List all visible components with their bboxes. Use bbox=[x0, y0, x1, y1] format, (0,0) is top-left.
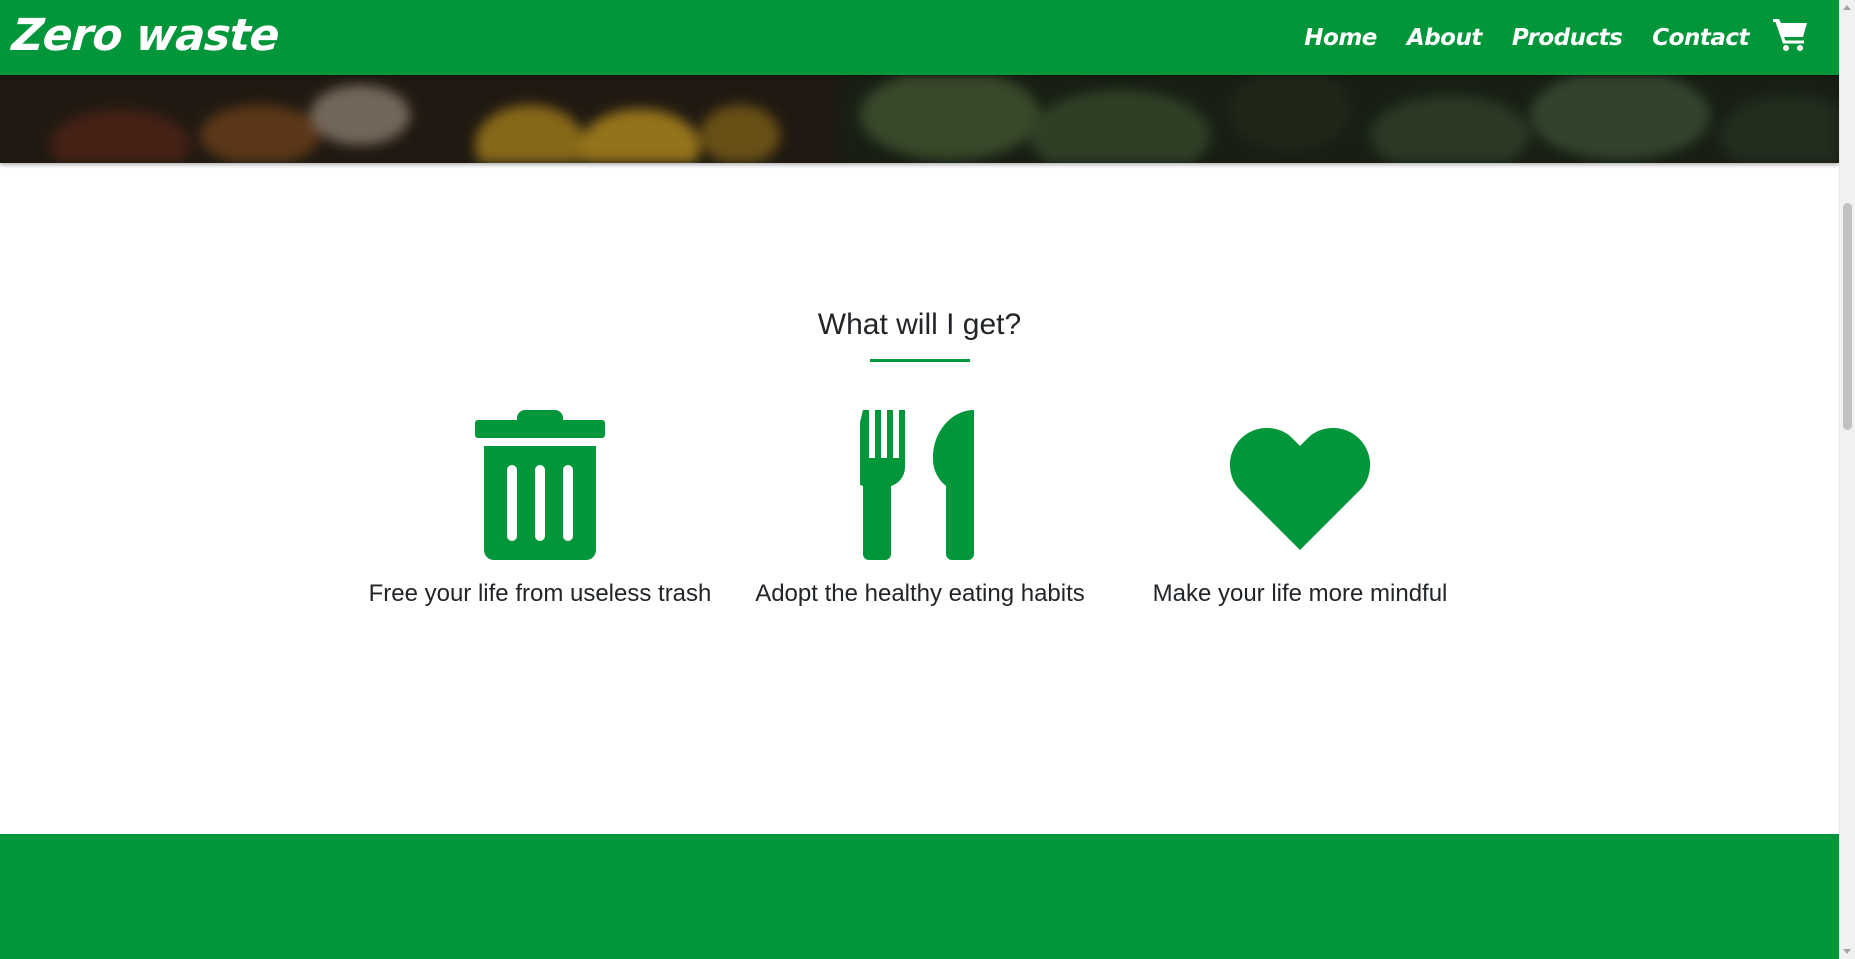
blurred-produce-photo bbox=[0, 75, 1839, 163]
feature-mindful: Make your life more mindful bbox=[1110, 410, 1490, 608]
page: Zero waste Home About Products Contact W… bbox=[0, 0, 1855, 959]
utensils-icon bbox=[730, 410, 1110, 560]
footer-band bbox=[0, 834, 1839, 959]
nav-link-products[interactable]: Products bbox=[1512, 25, 1623, 51]
nav-link-home[interactable]: Home bbox=[1304, 25, 1377, 51]
navbar: Zero waste Home About Products Contact bbox=[0, 0, 1839, 75]
feature-label-eating: Adopt the healthy eating habits bbox=[755, 580, 1085, 607]
scroll-down-arrow-icon[interactable] bbox=[1843, 949, 1851, 954]
feature-label-mindful: Make your life more mindful bbox=[1152, 580, 1448, 607]
section-title: What will I get? bbox=[817, 308, 1022, 341]
feature-trash: Free your life from useless trash bbox=[350, 410, 730, 608]
shopping-cart-icon[interactable] bbox=[1771, 14, 1811, 54]
scroll-thumb[interactable] bbox=[1843, 203, 1852, 430]
scroll-up-arrow-icon[interactable] bbox=[1843, 5, 1851, 10]
trash-icon bbox=[350, 410, 730, 560]
main-area: Zero waste Home About Products Contact W… bbox=[0, 0, 1839, 959]
feature-label-trash: Free your life from useless trash bbox=[368, 580, 712, 607]
nav-links: Home About Products Contact bbox=[1304, 0, 1749, 75]
hero-image-strip bbox=[0, 75, 1839, 163]
title-underline bbox=[870, 359, 970, 362]
nav-link-about[interactable]: About bbox=[1407, 25, 1482, 51]
shopping-cart-icon-graphic bbox=[1773, 19, 1807, 51]
vertical-scrollbar[interactable] bbox=[1839, 0, 1855, 959]
nav-link-contact[interactable]: Contact bbox=[1652, 25, 1749, 51]
brand-logo[interactable]: Zero waste bbox=[10, 6, 281, 66]
heart-icon bbox=[1110, 410, 1490, 560]
feature-eating: Adopt the healthy eating habits bbox=[730, 410, 1110, 608]
